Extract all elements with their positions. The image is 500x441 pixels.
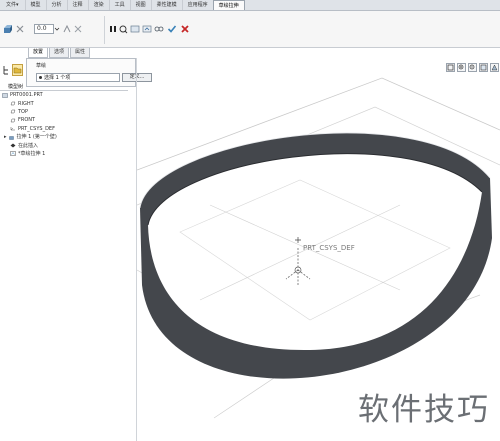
tree-item-front[interactable]: FRONT [0,116,128,124]
tree-item-sketch-extrude[interactable]: *草绘拉伸 1 [0,150,128,158]
tree-item-extrude[interactable]: ▸ 拉伸 1 (第一个壁) [0,133,128,141]
zoom-out-icon[interactable] [468,63,477,72]
depth-value-field[interactable]: 0.0 [34,24,54,34]
sketch-extrude-icon [10,151,16,157]
cancel-x-icon[interactable] [180,24,190,34]
watermark: 软件技巧 [348,371,500,441]
model-tree-tab-icon[interactable] [2,65,10,75]
file-menu[interactable]: 文件▾ [0,0,25,10]
tab-tools[interactable]: 工具 [108,0,130,10]
thicken-sketch-icon[interactable] [73,24,83,34]
tab-applications[interactable]: 应用程序 [181,0,213,10]
tab-annotate[interactable]: 注释 [66,0,88,10]
tree-item-label: TOP [18,108,29,115]
zoom-in-icon[interactable] [457,63,466,72]
placement-references-panel: 草绘 选择 1 个项 定义... [26,58,152,87]
sketch-selection-field[interactable]: 选择 1 个项 [36,73,120,82]
tree-item-csys[interactable]: PRT_CSYS_DEF [0,125,128,133]
ribbon-separator [104,16,105,44]
tab-view[interactable]: 视图 [129,0,151,10]
tree-item-label: 在此插入 [18,142,39,149]
datum-plane-icon [10,101,16,106]
model-tree: PRT0001.PRT RIGHT TOP FRONT PRT_CSYS_DEF… [0,90,128,158]
refit-icon[interactable] [446,63,455,72]
tree-item-right[interactable]: RIGHT [0,99,128,107]
tab-render[interactable]: 渲染 [87,0,109,10]
extrude-icon [8,135,15,140]
left-panel-tools [0,62,26,80]
selection-text: 选择 1 个项 [44,75,71,81]
insert-here-icon [10,143,16,148]
sketch-label: 草绘 [36,63,47,69]
tab-options[interactable]: 选项 [49,48,70,58]
flip-direction-icon[interactable] [62,24,72,34]
expand-arrow-icon[interactable]: ▸ [4,133,7,141]
tree-item-label: RIGHT [18,100,34,107]
tree-item-label: PRT0001.PRT [10,92,43,99]
tab-placement[interactable]: 放置 [28,48,49,58]
tree-item-insert-here[interactable]: 在此插入 [0,141,128,149]
tree-item-label: 拉伸 1 (第一个壁) [16,134,57,141]
csys-label: PRT_CSYS_DEF [303,244,355,252]
tab-flexible-modeling[interactable]: 柔性建模 [150,0,182,10]
tree-item-top[interactable]: TOP [0,108,128,116]
glasses-preview-icon[interactable] [154,24,164,34]
part-icon [2,92,8,98]
ok-checkmark-icon[interactable] [167,24,177,34]
chevron-down-icon[interactable] [54,24,60,34]
repaint-icon[interactable] [479,63,488,72]
tab-model[interactable]: 模型 [24,0,46,10]
solid-extrude-icon[interactable] [3,24,13,34]
geometry-preview-icon[interactable] [142,24,152,34]
ribbon-panel: 0.0 [0,11,500,48]
csys-icon [10,126,16,131]
selection-bullet-icon [39,76,42,79]
datum-plane-icon [10,118,16,123]
model-tree-title: 模型树 [8,84,24,90]
tree-item-label: PRT_CSYS_DEF [18,125,55,132]
preview-icon[interactable] [119,24,128,34]
dashboard-subtabs: 放置 选项 属性 [28,48,91,58]
ribbon-tab-bar: 文件▾ 模型 分析 注释 渲染 工具 视图 柔性建模 应用程序 草绘拉伸 [0,0,500,11]
datum-plane-icon [10,109,16,114]
tree-item-part[interactable]: PRT0001.PRT [0,91,128,99]
attached-preview-icon[interactable] [130,24,140,34]
tab-analysis[interactable]: 分析 [45,0,67,10]
tree-item-label: *草绘拉伸 1 [18,150,46,157]
folder-browser-icon[interactable] [12,64,23,76]
tree-item-label: FRONT [18,117,36,124]
display-style-icon[interactable] [490,63,499,72]
remove-material-icon[interactable] [15,24,25,34]
watermark-text: 软件技巧 [358,391,490,428]
tab-properties[interactable]: 属性 [70,48,91,58]
pause-icon[interactable] [109,24,117,34]
tab-sketch-extrude[interactable]: 草绘拉伸 [212,0,245,10]
